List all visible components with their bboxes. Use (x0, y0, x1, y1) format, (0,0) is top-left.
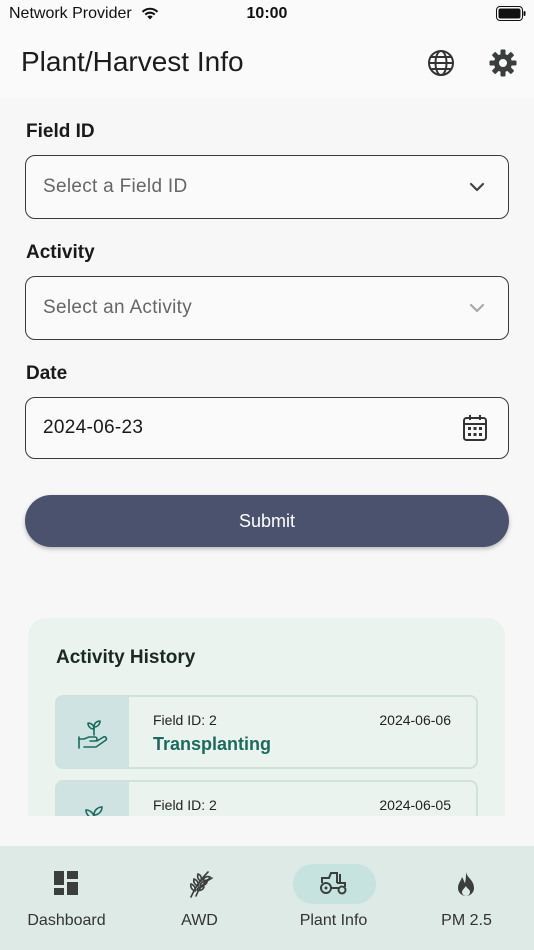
tractor-icon (319, 870, 349, 901)
nav-pm25[interactable]: PM 2.5 (400, 846, 533, 950)
date-value: 2024-06-23 (43, 417, 144, 438)
battery-icon (496, 6, 526, 26)
date-field[interactable]: 2024-06-23 (25, 397, 509, 459)
wheat-icon (186, 870, 214, 903)
dashboard-icon (53, 870, 79, 901)
date-label: Date (26, 363, 68, 384)
seedling-hand-icon (57, 697, 129, 767)
field-id-placeholder: Select a Field ID (43, 176, 188, 197)
history-date: 2024-06-06 (379, 712, 451, 728)
app-header: Plant/Harvest Info (0, 28, 534, 98)
chevron-down-icon (468, 299, 486, 322)
submit-button[interactable]: Submit (25, 495, 509, 547)
activity-label: Activity (26, 242, 95, 263)
nav-plant-info[interactable]: Plant Info (267, 846, 400, 950)
history-activity: Transplanting (153, 734, 272, 754)
nav-label: Dashboard (27, 912, 106, 929)
gear-icon[interactable] (488, 48, 518, 78)
activity-select[interactable]: Select an Activity (25, 276, 509, 340)
nav-label: PM 2.5 (441, 912, 492, 929)
chevron-down-icon (468, 178, 486, 201)
history-field-id: Field ID: 2 (153, 712, 217, 728)
nav-dashboard[interactable]: Dashboard (0, 846, 133, 950)
nav-label: AWD (181, 912, 218, 929)
field-id-label: Field ID (26, 121, 95, 142)
bottom-navigation: Dashboard AWD Plant Info PM 2.5 (0, 846, 534, 950)
history-card[interactable]: Field ID: 2 2024-06-06 Transplanting (55, 695, 478, 769)
wifi-icon (140, 5, 160, 26)
page-title: Plant/Harvest Info (21, 46, 244, 77)
history-card[interactable]: Field ID: 2 2024-06-05 (55, 780, 478, 816)
status-bar: Network Provider 10:00 (0, 0, 534, 28)
carrier-name: Network Provider (9, 5, 132, 22)
nav-awd[interactable]: AWD (133, 846, 266, 950)
globe-icon[interactable] (426, 48, 456, 78)
fire-icon (453, 870, 479, 903)
activity-history-title: Activity History (56, 647, 196, 668)
history-date: 2024-06-05 (379, 797, 451, 813)
activity-history-panel: Activity History Field ID: 2 2024-06-06 … (28, 618, 505, 816)
field-id-select[interactable]: Select a Field ID (25, 155, 509, 219)
sprout-icon (57, 782, 129, 816)
activity-placeholder: Select an Activity (43, 297, 193, 318)
history-field-id: Field ID: 2 (153, 797, 217, 813)
calendar-icon[interactable] (462, 414, 488, 447)
nav-label: Plant Info (299, 912, 368, 929)
